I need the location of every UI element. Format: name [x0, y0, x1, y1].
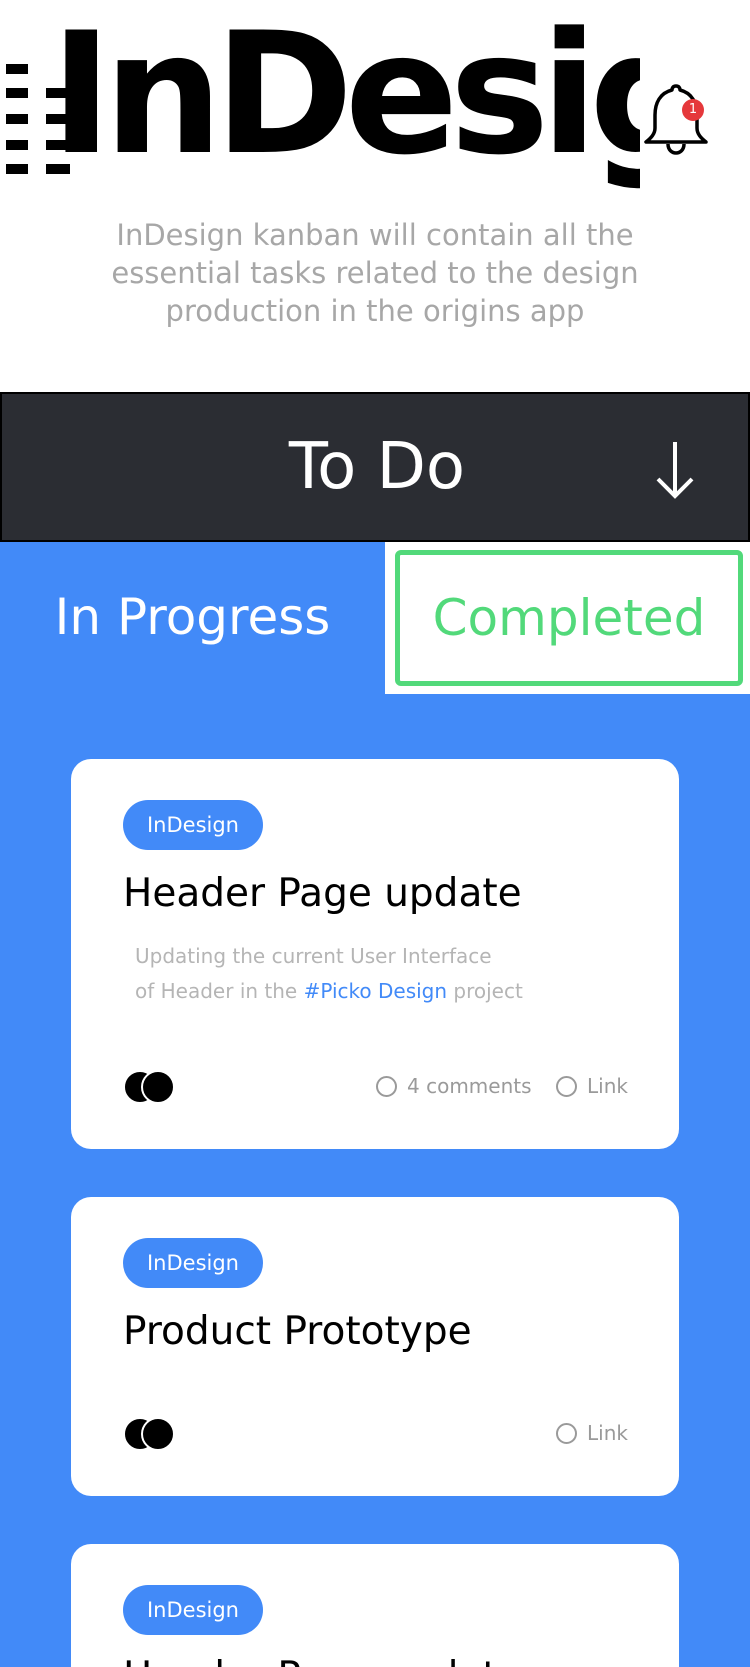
link-label: Link	[587, 1421, 628, 1445]
link-label: Link	[587, 1074, 628, 1098]
task-title: Header Page update	[123, 871, 522, 916]
page-subtitle: InDesign kanban will contain all the ess…	[111, 218, 639, 328]
tab-in-progress[interactable]: In Progress	[0, 542, 385, 692]
arrow-down-icon[interactable]	[652, 440, 698, 500]
task-title: Product Prototype	[123, 1309, 472, 1354]
assignee-avatars[interactable]	[123, 1070, 183, 1104]
task-tag[interactable]: InDesign	[123, 1585, 263, 1635]
task-title: Header Page update	[123, 1654, 522, 1667]
notification-badge: 1	[682, 99, 704, 121]
task-description-line: Updating the current User Interface	[135, 944, 492, 968]
project-link[interactable]: #Picko Design	[304, 979, 447, 1003]
page: InDesign 1 InDesign kanban will contain …	[0, 0, 750, 1667]
task-card[interactable]: InDesign Header Page update	[71, 1544, 679, 1667]
link-button[interactable]: Link	[556, 1074, 628, 1098]
todo-label: To Do	[288, 430, 466, 504]
brand-title: InDesign	[50, 18, 640, 192]
task-card[interactable]: InDesign Product Prototype Link	[71, 1197, 679, 1496]
tab-completed[interactable]: Completed	[395, 550, 743, 686]
bell-icon[interactable]	[640, 80, 712, 156]
assignee-avatars[interactable]	[123, 1417, 183, 1451]
task-description-text: project	[447, 979, 523, 1003]
task-description-text: of Header in the	[135, 979, 304, 1003]
todo-dropdown[interactable]: To Do	[0, 392, 750, 542]
header: InDesign 1 InDesign kanban will contain …	[0, 0, 750, 392]
avatar[interactable]	[141, 1417, 175, 1451]
task-card[interactable]: InDesign Header Page update Updating the…	[71, 759, 679, 1149]
task-description: Updating the current User Interface of H…	[135, 939, 595, 1009]
task-tag[interactable]: InDesign	[123, 800, 263, 850]
task-description-line: of Header in the #Picko Design project	[135, 974, 595, 1009]
task-tag[interactable]: InDesign	[123, 1238, 263, 1288]
comments-count: 4 comments	[407, 1074, 532, 1098]
link-icon	[556, 1075, 577, 1097]
link-icon	[556, 1422, 577, 1444]
comments-button[interactable]: 4 comments	[376, 1074, 532, 1098]
avatar[interactable]	[141, 1070, 175, 1104]
link-button[interactable]: Link	[556, 1421, 628, 1445]
brand-logo: InDesign	[0, 18, 640, 198]
comment-icon	[376, 1075, 397, 1097]
